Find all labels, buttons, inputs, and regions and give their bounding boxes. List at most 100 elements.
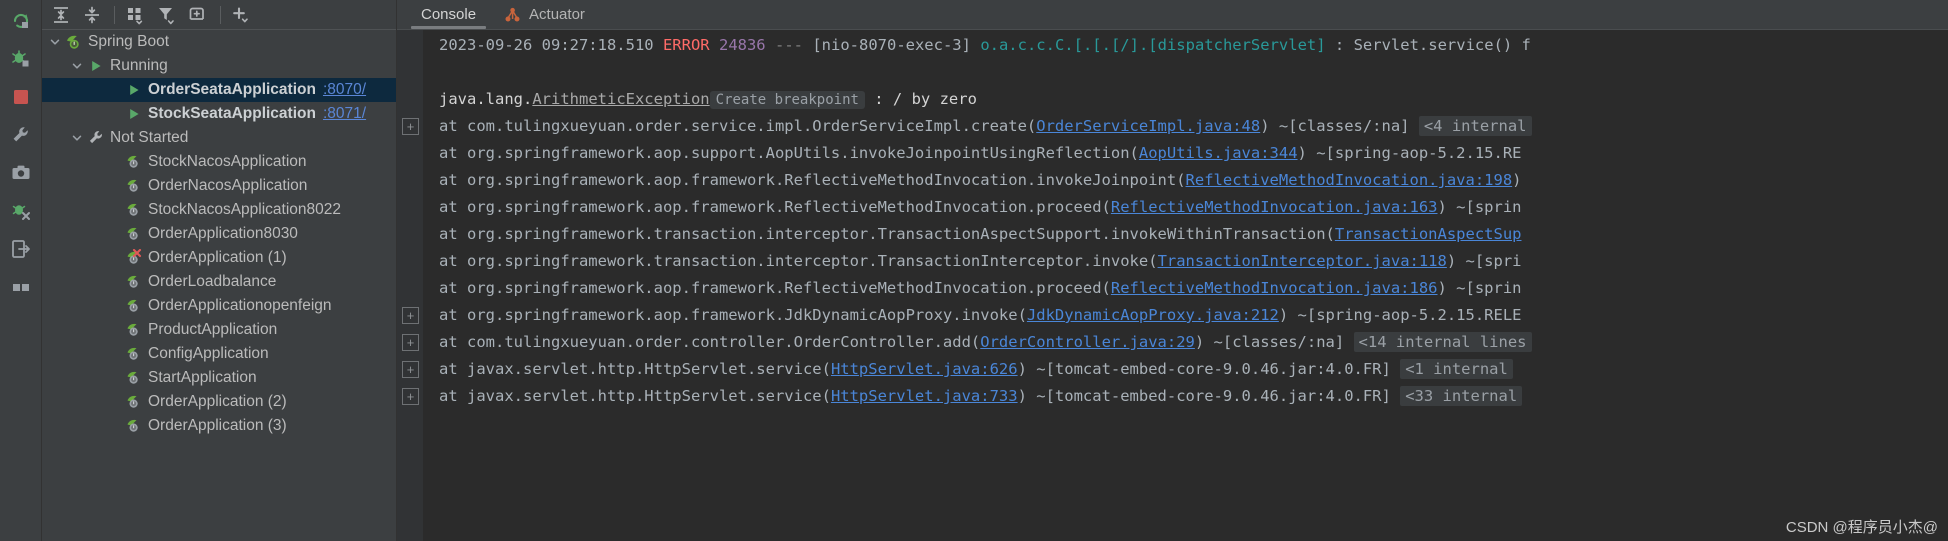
expand-frames-icon[interactable]: + [402, 118, 419, 135]
tree-node-orderapplication-1[interactable]: OrderApplication (1) [42, 246, 396, 270]
tab-label: Actuator [529, 6, 585, 23]
tree-node-label: OrderLoadbalance [148, 273, 277, 290]
spring-leaf-icon [124, 150, 144, 174]
tree-node-productapplication[interactable]: ProductApplication [42, 318, 396, 342]
tree-node-spacer [106, 270, 124, 294]
spring-leaf-icon [124, 198, 144, 222]
camera-icon[interactable] [6, 158, 36, 188]
spring-leaf-icon [124, 270, 144, 294]
expand-frames-icon[interactable]: + [402, 307, 419, 324]
log-text: at org.springframework.aop.framework.Jdk… [439, 306, 1027, 324]
tree-node-port-link[interactable]: :8071/ [323, 105, 366, 123]
tree-node-orderapplication-3[interactable]: OrderApplication (3) [42, 414, 396, 438]
settings-wrench-icon[interactable] [6, 120, 36, 150]
source-link[interactable]: HttpServlet.java:733 [831, 387, 1018, 405]
log-text: at org.springframework.aop.framework.Ref… [439, 279, 1111, 297]
filter-button[interactable] [152, 2, 182, 28]
log-text: ) ~[spri [1446, 252, 1522, 270]
log-text: ) ~[classes/:na] [1194, 333, 1354, 351]
tab-console[interactable]: Console [407, 0, 490, 29]
tree-node-orderapplication-2[interactable]: OrderApplication (2) [42, 390, 396, 414]
inline-chip[interactable]: Create breakpoint [709, 91, 865, 109]
tree-node-configapplication[interactable]: ConfigApplication [42, 342, 396, 366]
exit-icon[interactable] [6, 234, 36, 264]
tree-node-port-link[interactable]: :8070/ [323, 81, 366, 99]
chevron-down-icon[interactable] [68, 126, 86, 150]
tree-node-label: Running [110, 57, 168, 74]
tree-node-spacer [106, 318, 124, 342]
tree-node-startapplication[interactable]: StartApplication [42, 366, 396, 390]
source-link[interactable]: JdkDynamicAopProxy.java:212 [1027, 306, 1279, 324]
inline-chip[interactable]: <14 internal lines [1353, 332, 1532, 352]
tree-node-orderapplication8030[interactable]: OrderApplication8030 [42, 222, 396, 246]
tree-node-running[interactable]: Running [42, 54, 396, 78]
chevron-down-icon[interactable] [46, 30, 64, 54]
spring-leaf-icon [124, 342, 144, 366]
add-tab-button[interactable] [183, 2, 213, 28]
services-tree-toolbar [42, 0, 396, 29]
expand-frames-icon[interactable]: + [402, 334, 419, 351]
tree-node-orderapplicationopenfeign[interactable]: OrderApplicationopenfeign [42, 294, 396, 318]
stop-icon[interactable] [6, 82, 36, 112]
tree-node-label: Spring Boot [88, 33, 169, 50]
debug-icon[interactable] [6, 44, 36, 74]
expand-frames-icon[interactable]: + [402, 388, 419, 405]
log-text: 24836 [718, 36, 766, 54]
log-text: ) ~[sprin [1437, 198, 1522, 216]
inline-chip[interactable]: <33 internal [1400, 386, 1523, 406]
expand-frames-icon[interactable]: + [402, 361, 419, 378]
log-line-stack-7: at org.springframework.aop.framework.Ref… [423, 275, 1948, 302]
tree-node-spacer [106, 414, 124, 438]
source-link[interactable]: OrderController.java:29 [980, 333, 1195, 351]
tree-node-ordernacosapplication[interactable]: OrderNacosApplication [42, 174, 396, 198]
group-by-button[interactable] [121, 2, 151, 28]
profiler-icon[interactable] [6, 196, 36, 226]
log-line-stack-11: at javax.servlet.http.HttpServlet.servic… [423, 383, 1948, 410]
expand-all-button[interactable] [46, 2, 76, 28]
add-service-button[interactable] [227, 2, 257, 28]
services-tree-panel: Spring Boot Running OrderSeataApplication:… [42, 0, 396, 541]
chevron-down-icon[interactable] [68, 54, 86, 78]
tree-node-not-started[interactable]: Not Started [42, 126, 396, 150]
tree-node-orderseataapplication[interactable]: OrderSeataApplication:8070/ [42, 78, 396, 102]
inline-chip[interactable]: <4 internal [1418, 116, 1532, 136]
tree-node-spring-boot[interactable]: Spring Boot [42, 30, 396, 54]
log-text: at org.springframework.transaction.inter… [439, 225, 1335, 243]
log-line-stack-5: at org.springframework.transaction.inter… [423, 221, 1948, 248]
tree-node-stocknacosapplication[interactable]: StockNacosApplication [42, 150, 396, 174]
spring-boot-icon [64, 30, 84, 54]
tree-node-spacer [106, 342, 124, 366]
log-text: [nio-8070-exec-3] [812, 36, 971, 54]
rerun-icon[interactable] [6, 6, 36, 36]
tree-node-stocknacosapplication8022[interactable]: StockNacosApplication8022 [42, 198, 396, 222]
source-link[interactable]: ReflectiveMethodInvocation.java:198 [1186, 171, 1513, 189]
services-tree[interactable]: Spring Boot Running OrderSeataApplication:… [42, 29, 396, 541]
log-line-stack-8: at org.springframework.aop.framework.Jdk… [423, 302, 1948, 329]
layout-icon[interactable] [6, 272, 36, 302]
run-triangle-icon [124, 102, 144, 126]
log-line-blank [423, 59, 1948, 86]
log-text: at javax.servlet.http.HttpServlet.servic… [439, 360, 831, 378]
log-text: java.lang. [439, 90, 533, 108]
tree-node-spacer [106, 78, 124, 102]
source-link[interactable]: HttpServlet.java:626 [831, 360, 1018, 378]
tree-node-label: StartApplication [148, 369, 257, 386]
source-link[interactable]: TransactionAspectSup [1335, 225, 1522, 243]
log-text: ERROR [662, 36, 710, 54]
tree-node-spacer [106, 198, 124, 222]
source-link[interactable]: ReflectiveMethodInvocation.java:163 [1111, 198, 1438, 216]
inline-chip[interactable]: <1 internal [1400, 359, 1513, 379]
log-text: ArithmeticException [532, 90, 710, 108]
tree-node-stockseataapplication[interactable]: StockSeataApplication:8071/ [42, 102, 396, 126]
tree-node-spacer [106, 222, 124, 246]
collapse-all-button[interactable] [77, 2, 107, 28]
tree-node-spacer [106, 102, 124, 126]
source-link[interactable]: TransactionInterceptor.java:118 [1158, 252, 1447, 270]
tab-actuator[interactable]: Actuator [490, 0, 599, 29]
console-output[interactable]: 2023-09-26 09:27:18.510 ERROR 24836 --- … [423, 30, 1948, 541]
source-link[interactable]: AopUtils.java:344 [1139, 144, 1298, 162]
spring-leaf-icon [124, 390, 144, 414]
source-link[interactable]: OrderServiceImpl.java:48 [1036, 117, 1260, 135]
tree-node-orderloadbalance[interactable]: OrderLoadbalance [42, 270, 396, 294]
source-link[interactable]: ReflectiveMethodInvocation.java:186 [1111, 279, 1438, 297]
